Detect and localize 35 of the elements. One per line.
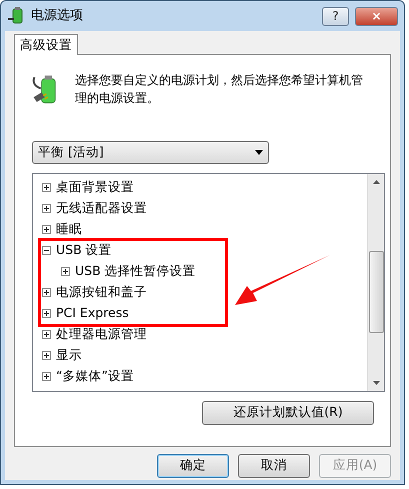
settings-tree[interactable]: 桌面背景设置 无线适配器设置 睡眠 USB 设置 USB 选择性暂停设置 电源按钮和盖子 PCI Express 处理器电源管理 显示 “多媒体”设置 (32, 172, 385, 392)
tab[interactable]: 高级设置 (14, 34, 78, 55)
expand-icon[interactable] (61, 266, 70, 276)
expand-icon[interactable] (42, 330, 51, 339)
expand-icon[interactable] (42, 372, 51, 381)
caret-icon (255, 150, 263, 155)
expand-icon[interactable] (42, 308, 51, 318)
help-button[interactable]: ? (322, 6, 349, 26)
tree-item[interactable]: 电源按钮和盖子 (56, 282, 147, 302)
dialog-button[interactable]: 确定 (157, 454, 229, 478)
tree-item[interactable]: 无线适配器设置 (56, 198, 147, 218)
expand-icon[interactable] (42, 182, 51, 192)
description-text: 选择您要自定义的电源计划，然后选择您希望计算机管理的电源设置。 (75, 72, 364, 107)
battery-plug-icon (7, 7, 25, 25)
tree-item[interactable]: USB 设置 (56, 240, 112, 260)
expand-icon[interactable] (42, 288, 51, 297)
tree-item[interactable]: “多媒体”设置 (56, 366, 134, 386)
collapse-icon[interactable] (42, 246, 51, 255)
expand-icon[interactable] (42, 224, 51, 234)
tree-item[interactable]: USB 选择性暂停设置 (75, 262, 196, 281)
tree-item[interactable]: 桌面背景设置 (56, 178, 134, 197)
tree-item[interactable]: 睡眠 (56, 220, 82, 239)
expand-icon[interactable] (42, 350, 51, 360)
scroll-up-icon[interactable] (372, 180, 380, 184)
expand-icon[interactable] (42, 204, 51, 213)
tree-item[interactable]: 显示 (56, 346, 82, 365)
window-title: 电源选项 (31, 7, 84, 26)
tree-item[interactable]: PCI Express (56, 304, 129, 323)
tree-item[interactable]: 处理器电源管理 (56, 324, 147, 344)
restore-defaults-button[interactable]: 还原计划默认值(R) (202, 400, 374, 425)
scrollbar[interactable] (367, 174, 384, 391)
scroll-down-icon[interactable] (372, 380, 380, 385)
dialog-button[interactable]: 取消 (238, 454, 310, 478)
scroll-thumb[interactable] (368, 250, 384, 333)
plan-dropdown[interactable]: 平衡 [活动] (32, 140, 269, 164)
